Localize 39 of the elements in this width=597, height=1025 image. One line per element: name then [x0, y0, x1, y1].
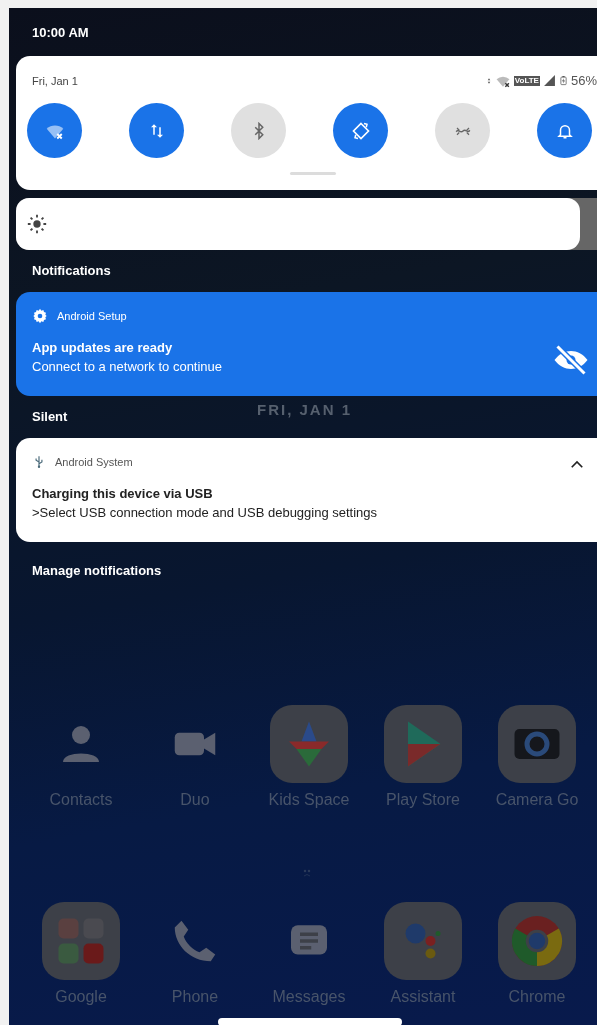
app-label[interactable]: Assistant: [390, 988, 456, 1006]
battery-charging-icon: [558, 73, 568, 88]
quick-setting-toggle[interactable]: [333, 103, 388, 158]
app-label[interactable]: Camera Go: [495, 791, 579, 809]
notification-text: >Select USB connection mode and USB debugging settings: [32, 505, 378, 520]
date-label: Fri, Jan 1: [32, 74, 78, 87]
signal-icon: [542, 74, 556, 87]
quick-setting-toggle[interactable]: [537, 103, 592, 158]
app-label[interactable]: Contacts: [49, 791, 113, 809]
app-label[interactable]: Play Store: [386, 791, 460, 809]
eye-off-icon: [553, 342, 589, 378]
lockscreen-date: FRI, JAN 1: [257, 401, 352, 418]
battery-percent: 56%: [570, 73, 597, 88]
manage-notifications-link[interactable]: Manage notifications: [9, 542, 162, 578]
rotate-icon: [351, 121, 370, 140]
notification-card[interactable]: Android System Charging this device via USB >Select USB connection mode and USB debugging settings: [16, 438, 597, 542]
app-name: Android System: [55, 456, 133, 468]
app-label[interactable]: Kids Space: [268, 791, 350, 809]
app-label[interactable]: Phone: [171, 988, 219, 1006]
section-header: Notifications: [32, 263, 111, 280]
app-label[interactable]: Chrome: [508, 988, 566, 1006]
section-header: Silent: [32, 409, 68, 426]
app-label[interactable]: Duo: [180, 791, 210, 809]
quick-setting-toggle[interactable]: [27, 103, 82, 158]
settings-icon: [32, 308, 48, 324]
notification-title: Charging this device via USB: [32, 486, 214, 501]
drag-handle[interactable]: [290, 172, 336, 175]
quick-setting-toggle[interactable]: [129, 103, 184, 158]
notification-title: App updates are ready: [32, 340, 174, 355]
notification-text: Connect to a network to continue: [32, 359, 223, 374]
brightness-icon: [26, 213, 48, 235]
navigation-handle[interactable]: [218, 1018, 402, 1025]
app-label[interactable]: Messages: [272, 988, 346, 1006]
app-name: Android Setup: [57, 310, 127, 322]
volte-badge: VoLTE: [513, 75, 540, 86]
clock-time: 10:00 AM: [31, 24, 90, 42]
app-label[interactable]: Google: [55, 988, 107, 1006]
usb-icon: [32, 454, 46, 470]
notification-card[interactable]: Android Setup App updates are ready Connect to a network to continue: [16, 292, 597, 396]
